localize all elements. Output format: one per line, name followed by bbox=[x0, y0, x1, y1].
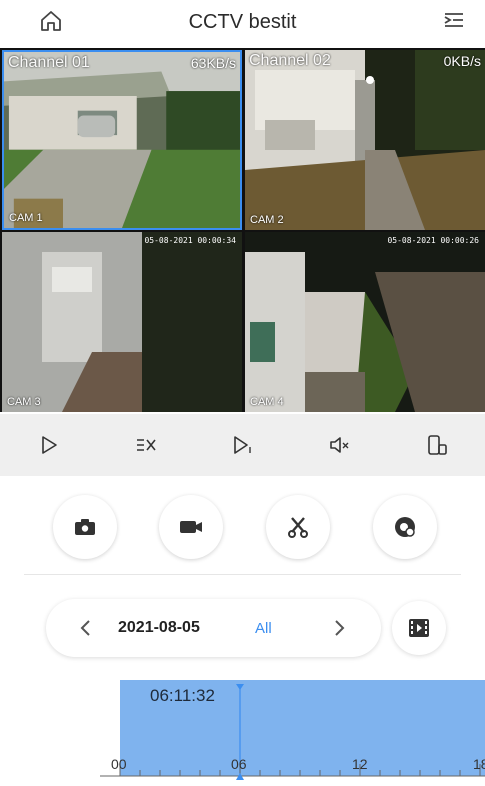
camera-feed-2 bbox=[245, 50, 485, 230]
snapshot-button[interactable] bbox=[53, 495, 117, 559]
camera-grid: Channel 01 63KB/s CAM 1 Channel 02 0KB/s… bbox=[0, 48, 485, 412]
video-record-icon bbox=[180, 521, 202, 533]
camera-feed-4 bbox=[245, 232, 485, 412]
play-icon[interactable] bbox=[34, 430, 64, 460]
filter-all[interactable]: All bbox=[255, 620, 272, 637]
mute-icon[interactable] bbox=[325, 430, 355, 460]
selected-date[interactable]: 2021-08-05 bbox=[118, 619, 200, 637]
step-play-icon[interactable] bbox=[228, 430, 258, 460]
playlist-close-icon[interactable] bbox=[131, 430, 161, 460]
screen-rotate-icon[interactable] bbox=[422, 430, 452, 460]
top-bar: CCTV bestit bbox=[0, 0, 485, 44]
recording-list-button[interactable] bbox=[392, 601, 446, 655]
page-title: CCTV bestit bbox=[188, 10, 297, 33]
camera-feed-3 bbox=[2, 232, 242, 412]
timeline[interactable]: 06:11:32 00 06 12 18 bbox=[0, 680, 485, 786]
chevron-left-icon[interactable] bbox=[74, 616, 98, 640]
timestamp-label: 05-08-2021 00:00:26 bbox=[387, 236, 479, 245]
camera-name: CAM 3 bbox=[7, 396, 41, 408]
tick-label: 12 bbox=[352, 756, 368, 772]
tick-label: 18 bbox=[473, 756, 485, 772]
camera-name: CAM 2 bbox=[250, 214, 284, 226]
playback-disc-icon bbox=[395, 517, 415, 537]
chevron-right-icon[interactable] bbox=[327, 616, 351, 640]
playback-settings-button[interactable] bbox=[373, 495, 437, 559]
scissors-icon bbox=[288, 517, 308, 538]
camera-tile-2[interactable]: Channel 02 0KB/s CAM 2 bbox=[245, 50, 485, 230]
timestamp-label: 05-08-2021 00:00:34 bbox=[144, 236, 236, 245]
action-buttons bbox=[0, 490, 485, 560]
camera-feed-1 bbox=[4, 52, 240, 228]
tick-label: 00 bbox=[111, 756, 127, 772]
bitrate-label: 63KB/s bbox=[190, 55, 236, 71]
clip-button[interactable] bbox=[266, 495, 330, 559]
bitrate-label: 0KB/s bbox=[443, 53, 481, 69]
playback-controls bbox=[0, 414, 485, 476]
home-icon[interactable] bbox=[38, 8, 64, 34]
camera-name: CAM 4 bbox=[250, 396, 284, 408]
camera-tile-1[interactable]: Channel 01 63KB/s CAM 1 bbox=[2, 50, 242, 230]
record-button[interactable] bbox=[159, 495, 223, 559]
camera-tile-4[interactable]: 05-08-2021 00:00:26 CAM 4 bbox=[245, 232, 485, 412]
divider bbox=[24, 574, 461, 575]
camera-name: CAM 1 bbox=[9, 212, 43, 224]
tick-label: 06 bbox=[231, 756, 247, 772]
menu-icon[interactable] bbox=[441, 8, 467, 34]
camera-icon bbox=[75, 519, 95, 535]
film-icon bbox=[409, 619, 429, 637]
camera-tile-3[interactable]: 05-08-2021 00:00:34 CAM 3 bbox=[2, 232, 242, 412]
channel-label: Channel 01 bbox=[8, 54, 90, 71]
date-selector: 2021-08-05 All bbox=[46, 599, 381, 657]
channel-label: Channel 02 bbox=[249, 52, 331, 69]
